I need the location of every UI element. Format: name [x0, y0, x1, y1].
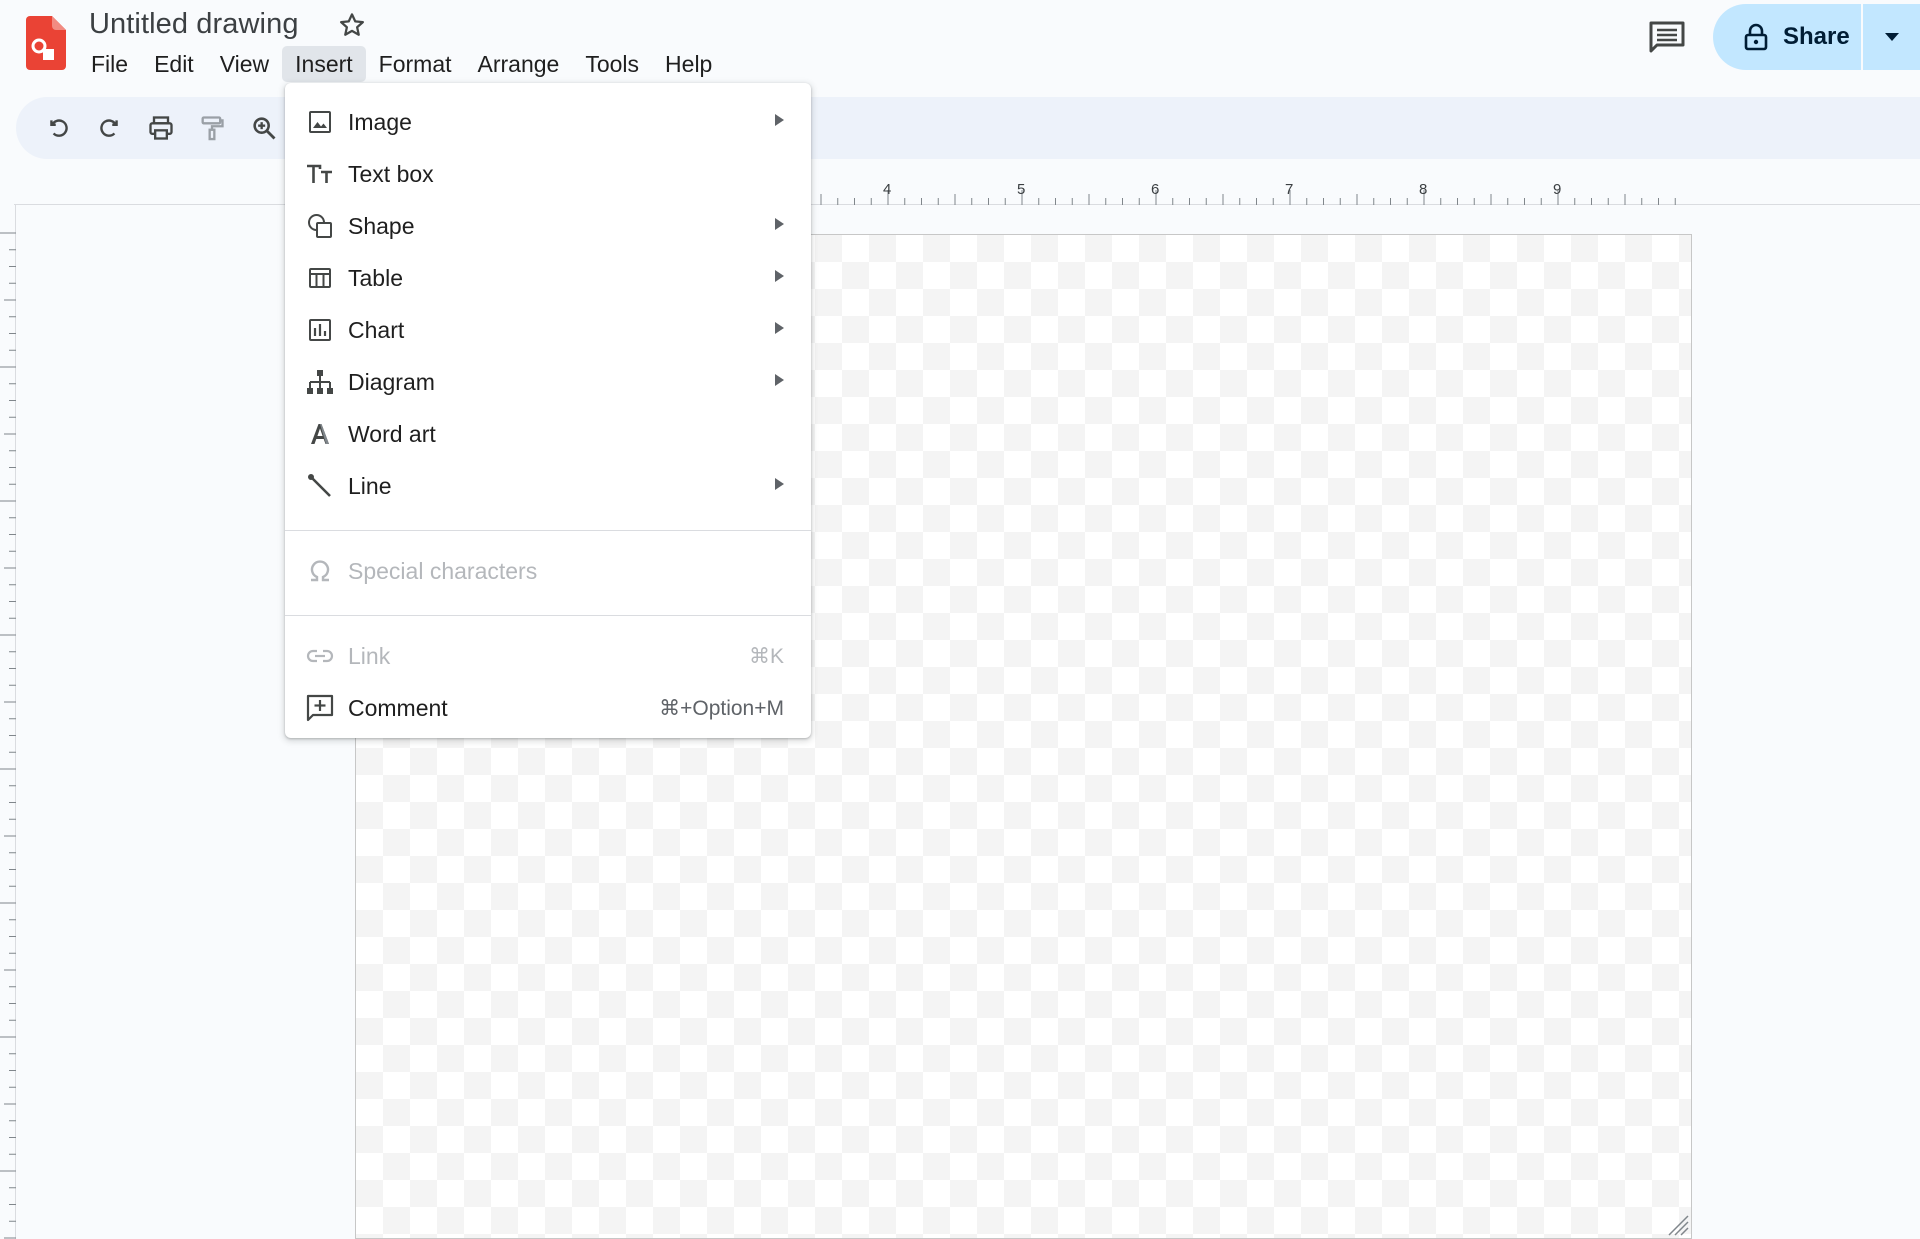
menu-item-label: Table [348, 264, 403, 291]
comments-icon[interactable] [1648, 20, 1686, 54]
chart-icon [305, 315, 335, 345]
menu-item-label: Shape [348, 212, 415, 239]
document-title[interactable]: Untitled drawing [89, 8, 299, 41]
menu-arrange[interactable]: Arrange [465, 46, 573, 82]
menu-item-text-box[interactable]: Text box [285, 148, 811, 200]
menu-insert[interactable]: Insert [282, 46, 366, 82]
menu-item-diagram[interactable]: Diagram [285, 356, 811, 408]
menu-edit[interactable]: Edit [141, 46, 207, 82]
app-logo[interactable] [26, 16, 66, 70]
share-dropdown-button[interactable] [1863, 4, 1920, 70]
share-group: Share [1713, 4, 1920, 70]
menu-view[interactable]: View [207, 46, 282, 82]
vertical-ruler [0, 205, 16, 1239]
menu-item-label: Image [348, 108, 412, 135]
menu-item-link[interactable]: Link ⌘K [285, 630, 811, 682]
lock-icon [1743, 23, 1769, 51]
menu-item-label: Word art [348, 420, 436, 447]
ruler-label: 6 [1151, 181, 1159, 198]
text-box-icon [305, 159, 335, 189]
menu-help[interactable]: Help [652, 46, 725, 82]
menu-bar: File Edit View Insert Format Arrange Too… [78, 46, 725, 82]
submenu-arrow-icon [775, 270, 784, 282]
redo-icon[interactable] [93, 112, 125, 144]
menu-item-label: Diagram [348, 368, 435, 395]
diagram-icon [305, 367, 335, 397]
table-icon [305, 263, 335, 293]
resize-handle-icon[interactable] [1667, 1214, 1689, 1236]
menu-item-shape[interactable]: Shape [285, 200, 811, 252]
omega-icon [305, 556, 335, 586]
submenu-arrow-icon [775, 478, 784, 490]
print-icon[interactable] [145, 112, 177, 144]
word-art-icon [305, 419, 335, 449]
menu-item-line[interactable]: Line [285, 460, 811, 512]
menu-item-label: Chart [348, 316, 405, 343]
menu-item-word-art[interactable]: Word art [285, 408, 811, 460]
submenu-arrow-icon [775, 322, 784, 334]
menu-item-special-characters[interactable]: Special characters [285, 545, 811, 597]
undo-icon[interactable] [43, 112, 75, 144]
menu-item-label: Text box [348, 160, 434, 187]
menu-item-shortcut: ⌘K [748, 644, 784, 668]
zoom-icon[interactable] [248, 112, 280, 144]
menu-item-label: Comment [348, 694, 448, 721]
menu-format[interactable]: Format [366, 46, 465, 82]
link-icon [305, 641, 335, 671]
star-icon[interactable] [337, 10, 367, 40]
insert-menu: Image Text box Shape Table Chart Diagram [285, 83, 811, 738]
ruler-label: 8 [1419, 181, 1427, 198]
share-label: Share [1783, 23, 1850, 50]
menu-separator [285, 530, 811, 531]
menu-file[interactable]: File [78, 46, 141, 82]
menu-item-label: Special characters [348, 557, 538, 584]
line-icon [305, 471, 335, 501]
menu-item-chart[interactable]: Chart [285, 304, 811, 356]
image-icon [305, 107, 335, 137]
ruler-label: 7 [1285, 181, 1293, 198]
ruler-label: 5 [1017, 181, 1025, 198]
share-button[interactable]: Share [1713, 4, 1861, 70]
caret-down-icon [1884, 33, 1899, 41]
paint-format-icon[interactable] [196, 112, 228, 144]
menu-tools[interactable]: Tools [572, 46, 652, 82]
menu-item-table[interactable]: Table [285, 252, 811, 304]
menu-item-label: Link [348, 642, 391, 669]
submenu-arrow-icon [775, 218, 784, 230]
menu-item-comment[interactable]: Comment ⌘+Option+M [285, 682, 811, 734]
shape-icon [305, 211, 335, 241]
menu-separator [285, 615, 811, 616]
add-comment-icon [305, 693, 335, 723]
submenu-arrow-icon [775, 374, 784, 386]
menu-item-label: Line [348, 472, 392, 499]
menu-item-image[interactable]: Image [285, 96, 811, 148]
submenu-arrow-icon [775, 114, 784, 126]
ruler-label: 9 [1553, 181, 1561, 198]
menu-item-shortcut: ⌘+Option+M [659, 696, 784, 720]
ruler-label: 4 [883, 181, 891, 198]
